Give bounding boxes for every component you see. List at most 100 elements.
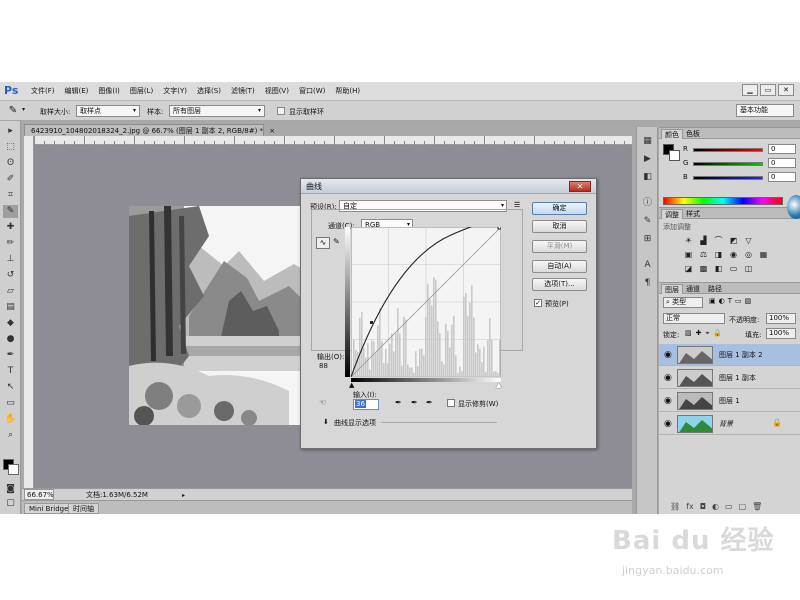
tab-channels[interactable]: 通道 [683, 284, 703, 294]
document-tab[interactable]: 6423910_104802018324_2.jpg @ 66.7% (图层 1… [24, 124, 275, 136]
stamp-tool-icon[interactable]: ⊥ [3, 253, 18, 266]
options-button[interactable]: 选项(T)... [532, 278, 587, 291]
type-tool-icon[interactable]: T [3, 365, 18, 378]
threshold-icon[interactable]: ◧ [713, 264, 724, 274]
curve-options-label[interactable]: 曲线显示选项 [334, 418, 376, 428]
history-brush-icon[interactable]: ↺ [3, 269, 18, 282]
color-lookup-icon[interactable]: ▦ [758, 250, 769, 260]
layer-row[interactable]: ◉ 背景 🔒 [659, 413, 800, 435]
eye-icon[interactable]: ◉ [664, 396, 672, 406]
character-icon[interactable]: A [641, 259, 654, 271]
menu-select[interactable]: 选择(S) [192, 86, 226, 96]
auto-button[interactable]: 自动(A) [532, 260, 587, 273]
gradient-map-icon[interactable]: ▭ [728, 264, 739, 274]
zoom-field[interactable]: 66.67% [24, 489, 54, 500]
hand-tool-icon[interactable]: ✋ [3, 413, 18, 426]
tab-timeline[interactable]: 时间轴 [68, 503, 99, 514]
eyedropper-icon[interactable]: ✎ [6, 104, 20, 118]
curve-endpoint[interactable] [497, 227, 501, 230]
close-button[interactable]: ✕ [778, 84, 794, 96]
tab-layers[interactable]: 图层 [661, 284, 683, 294]
opacity-field[interactable]: 100% [766, 313, 796, 324]
background-swatch[interactable] [669, 150, 680, 161]
move-tool-icon[interactable]: ▸ [3, 125, 18, 138]
layer-filter-icons[interactable]: ▣◐T▭▧ [709, 297, 754, 305]
dodge-tool-icon[interactable]: ● [3, 333, 18, 346]
close-icon[interactable]: × [269, 127, 275, 135]
brush-panel-icon[interactable]: ✎ [641, 215, 654, 227]
preview-checkbox[interactable]: ✓ [534, 299, 542, 307]
sample-size-select[interactable]: 取样点 ▾ [76, 105, 140, 117]
red-slider-track[interactable] [693, 148, 763, 152]
curve-point-tool-icon[interactable]: ∿ [316, 237, 330, 249]
menu-layer[interactable]: 图层(L) [125, 86, 158, 96]
black-white-icon[interactable]: ◨ [713, 250, 724, 260]
fill-field[interactable]: 100% [766, 328, 796, 339]
tab-paths[interactable]: 路径 [705, 284, 725, 294]
background-color-swatch[interactable] [8, 464, 19, 475]
zoom-tool-icon[interactable]: ⌕ [3, 429, 18, 442]
black-point-slider[interactable]: ▲ [349, 381, 354, 389]
white-point-slider[interactable]: ▲ [496, 381, 501, 389]
chevron-down-icon[interactable]: ▾ [22, 106, 25, 113]
hue-saturation-icon[interactable]: ▣ [683, 250, 694, 260]
vibrance-icon[interactable]: ▽ [743, 236, 754, 246]
tab-swatches[interactable]: 色板 [683, 129, 703, 139]
levels-icon[interactable]: ▟ [698, 236, 709, 246]
blur-tool-icon[interactable]: ◆ [3, 317, 18, 330]
workspace-select[interactable]: 基本功能 [736, 104, 794, 117]
eye-icon[interactable]: ◉ [664, 373, 672, 383]
crop-tool-icon[interactable]: ⌗ [3, 189, 18, 202]
add-mask-icon[interactable]: ◘ [700, 502, 706, 514]
blue-slider-track[interactable] [693, 176, 763, 180]
menu-file[interactable]: 文件(F) [26, 86, 60, 96]
preset-options-icon[interactable]: ☰ [514, 201, 520, 209]
tab-adjustments[interactable]: 调整 [661, 209, 683, 219]
target-adjust-icon[interactable]: ☜ [319, 398, 326, 407]
properties-icon[interactable]: ◧ [641, 171, 654, 183]
shape-tool-icon[interactable]: ▭ [3, 397, 18, 410]
layer-row[interactable]: ◉ 图层 1 [659, 390, 800, 412]
layer-kind-filter[interactable]: ⌕ 类型 [663, 297, 703, 308]
color-spectrum-bar[interactable] [663, 197, 783, 205]
menu-help[interactable]: 帮助(H) [330, 86, 365, 96]
pencil-icon[interactable]: ✎ [333, 237, 340, 246]
white-eyedropper-icon[interactable]: ✒ [426, 398, 433, 407]
brush-tool-icon[interactable]: ✏ [3, 237, 18, 250]
show-ring-checkbox[interactable] [277, 107, 285, 115]
quick-select-tool-icon[interactable]: ✐ [3, 173, 18, 186]
curves-dialog-title[interactable]: 曲线 ✕ [301, 179, 596, 194]
menu-edit[interactable]: 编辑(E) [60, 86, 94, 96]
input-field[interactable]: 36 [353, 399, 379, 410]
menu-image[interactable]: 图像(I) [93, 86, 125, 96]
lock-icons[interactable]: ▨✚⌖🔒 [685, 329, 726, 338]
menu-view[interactable]: 视图(V) [260, 86, 294, 96]
curve-point[interactable] [370, 321, 373, 324]
menu-window[interactable]: 窗口(W) [294, 86, 330, 96]
new-layer-icon[interactable]: ▢ [739, 502, 747, 514]
expand-icon[interactable]: ⬇ [323, 418, 329, 426]
gradient-tool-icon[interactable]: ▤ [3, 301, 18, 314]
screen-mode-icon[interactable]: ▢ [3, 497, 18, 510]
blue-value[interactable]: 0 [768, 172, 796, 182]
exposure-icon[interactable]: ◩ [728, 236, 739, 246]
sample-select[interactable]: 所有图层 ▾ [169, 105, 265, 117]
eyedropper-tool-icon[interactable]: ✎ [3, 205, 18, 218]
posterize-icon[interactable]: ▩ [698, 264, 709, 274]
black-eyedropper-icon[interactable]: ✒ [395, 398, 402, 407]
curves-icon[interactable]: ⌒ [713, 236, 724, 246]
eye-icon[interactable]: ◉ [664, 419, 672, 429]
curves-graph[interactable] [351, 227, 501, 377]
lasso-tool-icon[interactable]: ʘ [3, 157, 18, 170]
output-value[interactable]: 88 [319, 362, 328, 370]
red-value[interactable]: 0 [768, 144, 796, 154]
close-icon[interactable]: ✕ [569, 181, 591, 192]
layer-row[interactable]: ◉ 图层 1 副本 2 [659, 344, 800, 366]
green-value[interactable]: 0 [768, 158, 796, 168]
brightness-icon[interactable]: ☀ [683, 236, 694, 246]
actions-icon[interactable]: ▶ [641, 153, 654, 165]
paragraph-icon[interactable]: ¶ [641, 277, 654, 289]
healing-tool-icon[interactable]: ✚ [3, 221, 18, 234]
quick-mask-icon[interactable]: ◙ [3, 483, 18, 496]
gray-eyedropper-icon[interactable]: ✒ [411, 398, 418, 407]
